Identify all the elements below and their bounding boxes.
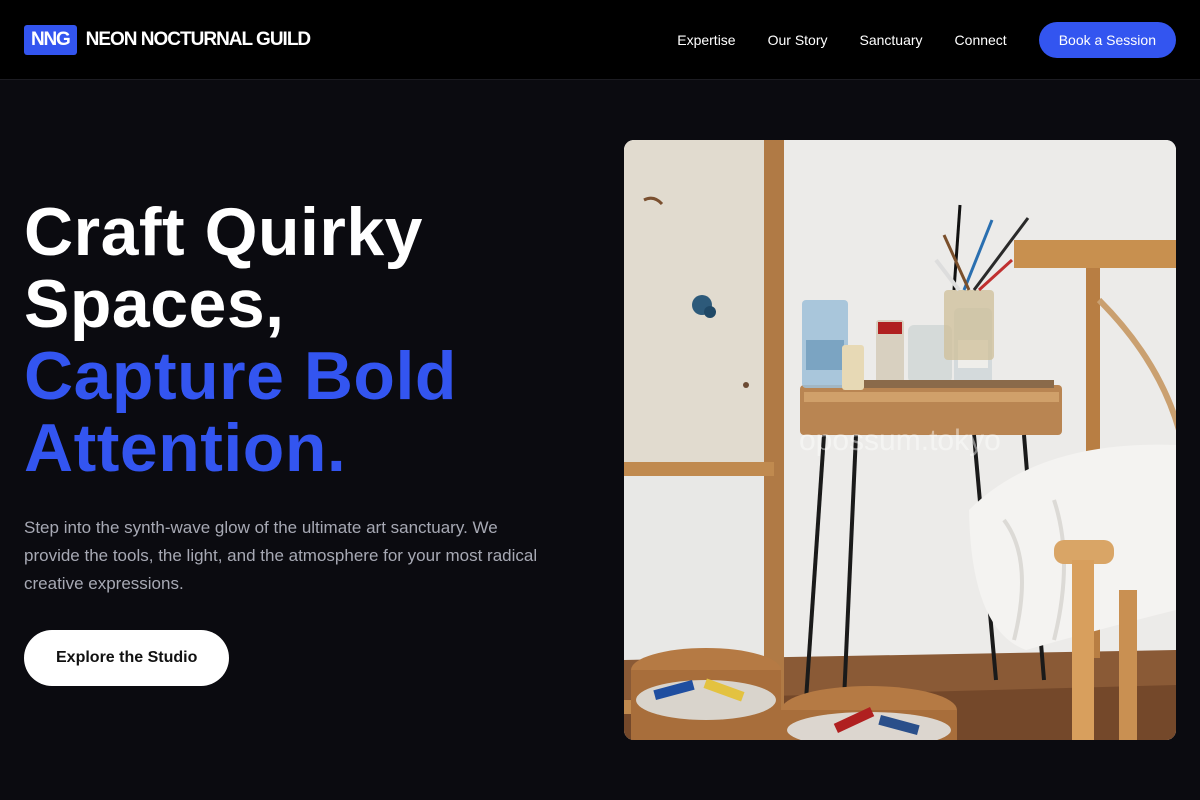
headline-accent-line-2: Attention. — [24, 410, 347, 486]
hero-studio-image: opossum.tokyo — [624, 140, 1176, 740]
headline-accent-line-1: Capture Bold — [24, 338, 457, 414]
headline-line-2: Spaces, — [24, 266, 285, 342]
nav-link-our-story[interactable]: Our Story — [768, 32, 828, 48]
nav-link-connect[interactable]: Connect — [955, 32, 1007, 48]
book-session-button[interactable]: Book a Session — [1038, 21, 1176, 58]
brand-badge: NNG — [24, 24, 77, 55]
brand-logo[interactable]: NNG NEON NOCTURNAL GUILD — [24, 24, 312, 55]
image-watermark: opossum.tokyo — [799, 424, 1001, 457]
explore-studio-button[interactable]: Explore the Studio — [24, 630, 230, 686]
main-nav: Expertise Our Story Sanctuary Connect Bo… — [677, 21, 1176, 58]
hero-headline: Craft Quirky Spaces, Capture Bold Attent… — [24, 196, 584, 484]
brand-name: NEON NOCTURNAL GUILD — [85, 28, 312, 50]
hero-content: Craft Quirky Spaces, Capture Bold Attent… — [24, 196, 584, 686]
headline-line-1: Craft Quirky — [24, 194, 423, 270]
hero-lead-text: Step into the synth-wave glow of the ult… — [24, 518, 538, 593]
site-header: NNG NEON NOCTURNAL GUILD Expertise Our S… — [0, 0, 1200, 80]
nav-link-sanctuary[interactable]: Sanctuary — [860, 32, 923, 48]
nav-link-expertise[interactable]: Expertise — [677, 32, 735, 48]
